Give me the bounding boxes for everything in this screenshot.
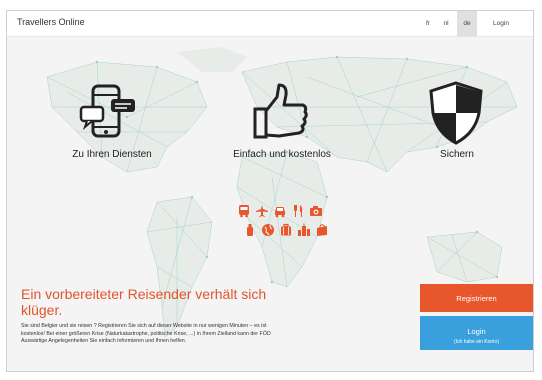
language-nl[interactable]: nl [439, 11, 453, 36]
feature-label-free: Einfach und kostenlos [233, 149, 331, 160]
feature-label-secure: Sichern [440, 149, 474, 160]
bottle-icon [247, 224, 253, 236]
app-window: Travellers Online fr nl de Login Zu Ihre… [6, 10, 534, 372]
phone-chat-icon [79, 84, 135, 138]
camera-icon [310, 206, 322, 216]
login-button-sublabel: (Ich habe ein Konto) [453, 338, 500, 345]
brand-logo[interactable]: Travellers Online [17, 17, 85, 27]
shield-icon [429, 81, 483, 145]
description-text: Sie sind Belgier und sie reisen ? Regist… [21, 323, 271, 344]
shopping-icon [317, 224, 327, 236]
city-icon [298, 223, 310, 236]
login-button-label: Login [467, 326, 486, 336]
register-button[interactable]: Registrieren [420, 284, 533, 312]
headline: Ein vorbereiteter Reisender verhält sich… [21, 286, 267, 318]
airplane-icon [256, 205, 268, 217]
language-de[interactable]: de [457, 11, 477, 36]
login-link[interactable]: Login [485, 11, 517, 36]
thumbs-up-icon [253, 83, 308, 139]
luggage-icon [281, 223, 291, 236]
globe-icon [262, 224, 274, 236]
language-fr[interactable]: fr [421, 11, 435, 36]
top-navigation-bar: Travellers Online fr nl de Login [7, 11, 533, 37]
car-icon [275, 207, 285, 218]
login-button[interactable]: Login (Ich habe ein Konto) [420, 316, 533, 350]
feature-label-service: Zu Ihren Diensten [72, 149, 152, 160]
restaurant-icon [294, 205, 303, 217]
bus-icon [239, 205, 249, 218]
